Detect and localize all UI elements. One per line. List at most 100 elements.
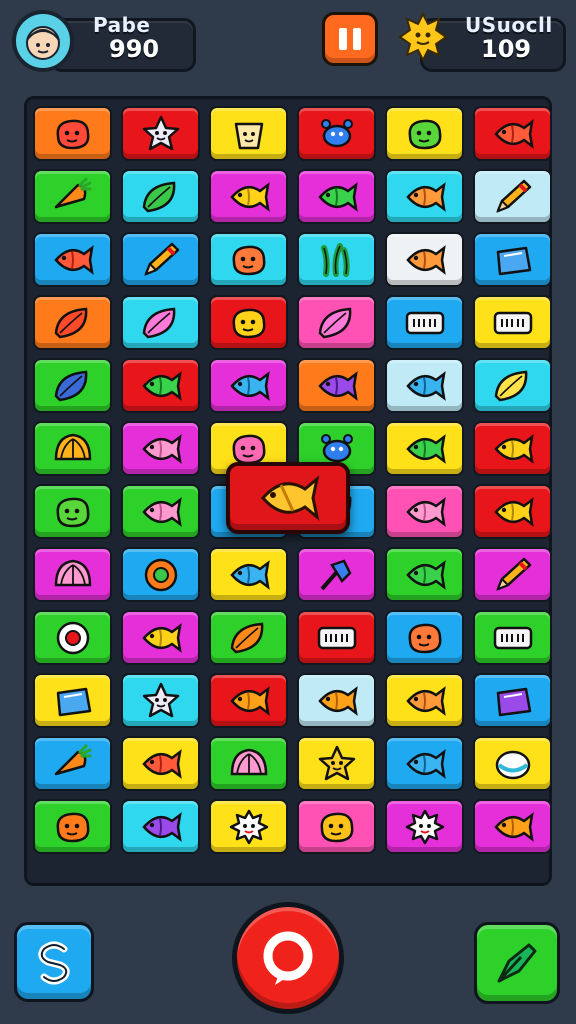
tile[interactable] <box>385 736 464 791</box>
pencil-icon <box>495 179 531 213</box>
tile[interactable] <box>209 799 288 854</box>
tile[interactable] <box>33 106 112 161</box>
orange-fish-icon <box>493 811 534 842</box>
pink-fish-icon <box>141 496 182 527</box>
tile[interactable] <box>121 610 200 665</box>
white-spiky-icon <box>229 809 268 844</box>
tile[interactable] <box>209 295 288 350</box>
tile[interactable] <box>209 169 288 224</box>
tile[interactable] <box>473 295 552 350</box>
red-fish-icon <box>53 244 94 275</box>
orange-blob-icon <box>56 812 89 842</box>
tile[interactable] <box>385 106 464 161</box>
tile[interactable] <box>473 169 552 224</box>
tile[interactable] <box>209 610 288 665</box>
tile[interactable] <box>209 736 288 791</box>
hud: Pabe 990 USuocll 109 <box>0 0 576 90</box>
tile[interactable] <box>297 673 376 728</box>
tile[interactable] <box>209 232 288 287</box>
tile[interactable] <box>33 610 112 665</box>
tile[interactable] <box>121 547 200 602</box>
blue-crab-icon <box>320 118 353 147</box>
orange-fish-icon <box>229 685 270 716</box>
yellow-fish-icon <box>493 496 534 527</box>
tile[interactable] <box>385 232 464 287</box>
orange-leaf-icon <box>230 622 263 653</box>
tile[interactable] <box>385 484 464 539</box>
tile[interactable] <box>297 610 376 665</box>
pencil-icon <box>495 557 531 591</box>
sun-coin-icon <box>398 12 448 62</box>
tile[interactable] <box>209 673 288 728</box>
tile[interactable] <box>473 736 552 791</box>
tile[interactable] <box>33 169 112 224</box>
tile[interactable] <box>385 421 464 476</box>
tile[interactable] <box>297 799 376 854</box>
tile[interactable] <box>33 736 112 791</box>
yellow-face-icon <box>232 308 265 338</box>
tile[interactable] <box>33 358 112 413</box>
tile[interactable] <box>473 232 552 287</box>
tile[interactable] <box>33 547 112 602</box>
golden-fish-powerup[interactable] <box>226 462 350 534</box>
tile[interactable] <box>121 736 200 791</box>
tile[interactable] <box>473 106 552 161</box>
pink-leaf-icon <box>318 307 351 338</box>
paper-star-icon <box>142 682 179 717</box>
tile[interactable] <box>385 295 464 350</box>
tile[interactable] <box>473 484 552 539</box>
eye-ball-icon <box>56 621 89 654</box>
tile[interactable] <box>209 358 288 413</box>
tile[interactable] <box>297 736 376 791</box>
tile[interactable] <box>473 799 552 854</box>
tile[interactable] <box>121 358 200 413</box>
tile[interactable] <box>473 610 552 665</box>
red-leaf-icon <box>54 307 87 338</box>
tile[interactable] <box>473 547 552 602</box>
tile[interactable] <box>473 421 552 476</box>
tile[interactable] <box>121 232 200 287</box>
tile[interactable] <box>121 673 200 728</box>
player-avatar-icon[interactable] <box>12 10 74 72</box>
tile[interactable] <box>297 358 376 413</box>
seaweed-icon <box>320 242 350 277</box>
tile[interactable] <box>297 169 376 224</box>
tile[interactable] <box>121 169 200 224</box>
tile[interactable] <box>385 358 464 413</box>
tile[interactable] <box>385 169 464 224</box>
tile[interactable] <box>33 799 112 854</box>
tile[interactable] <box>33 421 112 476</box>
tile[interactable] <box>385 799 464 854</box>
tile[interactable] <box>33 673 112 728</box>
tile[interactable] <box>33 295 112 350</box>
tile[interactable] <box>297 547 376 602</box>
blue-fish-icon <box>405 370 446 401</box>
tile[interactable] <box>121 799 200 854</box>
golden-fish-icon <box>261 475 320 521</box>
pause-button[interactable] <box>322 12 378 66</box>
tile[interactable] <box>473 358 552 413</box>
tile[interactable] <box>385 673 464 728</box>
tile[interactable] <box>297 295 376 350</box>
tile[interactable] <box>121 106 200 161</box>
green-fish-icon <box>141 370 182 401</box>
swap-icon <box>38 941 70 985</box>
tile[interactable] <box>121 484 200 539</box>
tile[interactable] <box>33 484 112 539</box>
blue-fish-icon <box>229 370 270 401</box>
tile[interactable] <box>121 421 200 476</box>
swap-button[interactable] <box>14 922 94 1002</box>
red-fish-icon <box>141 748 182 779</box>
tile[interactable] <box>385 547 464 602</box>
tile[interactable] <box>121 295 200 350</box>
tile[interactable] <box>473 673 552 728</box>
tile[interactable] <box>33 232 112 287</box>
star-face-icon <box>318 745 355 780</box>
tile[interactable] <box>209 106 288 161</box>
action-button[interactable] <box>232 902 344 1014</box>
tile[interactable] <box>297 232 376 287</box>
tile[interactable] <box>385 610 464 665</box>
boost-button[interactable] <box>474 922 560 1004</box>
tile[interactable] <box>209 547 288 602</box>
tile[interactable] <box>297 106 376 161</box>
